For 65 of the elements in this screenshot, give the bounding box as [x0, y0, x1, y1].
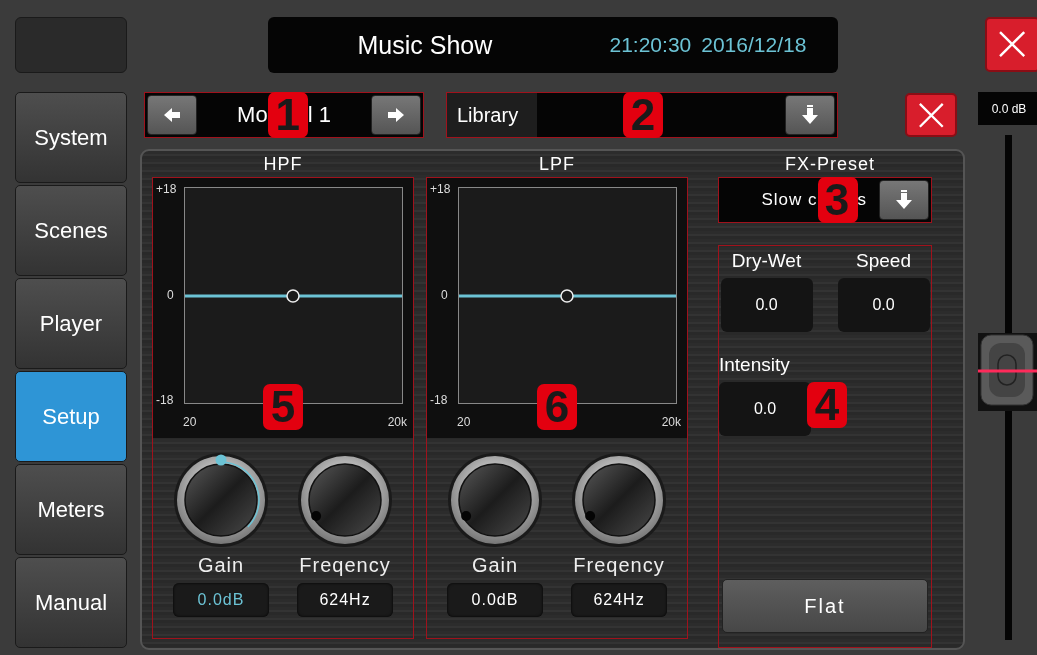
- value-display: 0.0dB: [447, 582, 543, 617]
- right-arrow-button[interactable]: [371, 95, 421, 136]
- knob-label: Freqency: [299, 553, 391, 577]
- number-badge: 2: [623, 92, 663, 139]
- close-icon: [916, 101, 946, 130]
- axis-label: 0: [167, 287, 174, 302]
- clock-time: 21:20:30: [609, 33, 692, 57]
- sidebar-tab[interactable]: Meters: [15, 464, 127, 555]
- response-curve[interactable]: [185, 288, 402, 303]
- close-button[interactable]: [985, 17, 1037, 72]
- parameter-label: Intensity: [719, 352, 791, 377]
- response-curve[interactable]: [459, 288, 676, 303]
- sidebar-tab[interactable]: System: [15, 92, 127, 183]
- axis-label: 20k: [387, 414, 407, 429]
- close-icon: [997, 29, 1028, 60]
- axis-label: 20k: [661, 414, 681, 429]
- preset-name: Mo: [237, 102, 268, 129]
- value-field[interactable]: 0.0: [837, 277, 930, 332]
- number-badge: 1: [267, 92, 308, 139]
- axis-label: -18: [430, 392, 448, 407]
- rotary-knob[interactable]: [297, 451, 393, 548]
- close-button[interactable]: [905, 93, 957, 138]
- library-label: Library: [447, 93, 537, 138]
- preset-name: l 1: [307, 102, 331, 129]
- number-badge: 4: [807, 381, 847, 428]
- section-title: FX-Preset: [784, 152, 876, 176]
- sidebar-tab[interactable]: Manual: [15, 557, 127, 648]
- sidebar-tab[interactable]: Player: [15, 278, 127, 369]
- parameter-label: Dry-Wet: [731, 248, 802, 273]
- library-field[interactable]: Library 2: [446, 92, 838, 139]
- axis-label: +18: [430, 181, 451, 196]
- level-reading: 0.0 dB: [978, 92, 1037, 125]
- axis-label: 0: [441, 287, 448, 302]
- number-badge: 6: [537, 383, 577, 430]
- rotary-knob[interactable]: [173, 451, 269, 548]
- left-arrow-button[interactable]: [147, 95, 197, 136]
- value-display: 0.0dB: [173, 582, 269, 617]
- rotary-knob[interactable]: [571, 451, 667, 548]
- value-field[interactable]: 0.0: [719, 381, 811, 436]
- knob-label: Gain: [197, 553, 245, 577]
- knob-label: Freqency: [573, 553, 665, 577]
- fx-preset-name: Slow c: [761, 189, 818, 210]
- axis-label: 20: [457, 414, 471, 429]
- fader-handle[interactable]: [978, 333, 1037, 412]
- knob-label: Gain: [471, 553, 519, 577]
- parameter-label: Speed: [856, 248, 911, 273]
- section-title: HPF: [263, 152, 303, 176]
- flat-button[interactable]: Flat: [722, 579, 928, 633]
- rotary-knob[interactable]: [447, 451, 543, 548]
- fx-preset-name: s: [857, 189, 867, 210]
- number-badge: 3: [817, 176, 858, 223]
- value-display: 624Hz: [571, 582, 667, 617]
- value-field[interactable]: 0.0: [720, 277, 813, 332]
- dropdown-button[interactable]: [785, 95, 835, 136]
- sidebar-tab[interactable]: Scenes: [15, 185, 127, 276]
- axis-label: +18: [156, 181, 177, 196]
- date: 2016/12/18: [701, 33, 807, 57]
- show-title: Music Show: [357, 30, 494, 60]
- dropdown-button[interactable]: [879, 179, 929, 220]
- down-arrow-icon: [894, 188, 914, 211]
- number-badge: 5: [263, 383, 303, 430]
- axis-label: 20: [183, 414, 197, 429]
- section-title: LPF: [539, 152, 575, 176]
- axis-label: -18: [156, 392, 174, 407]
- value-display: 624Hz: [297, 582, 393, 617]
